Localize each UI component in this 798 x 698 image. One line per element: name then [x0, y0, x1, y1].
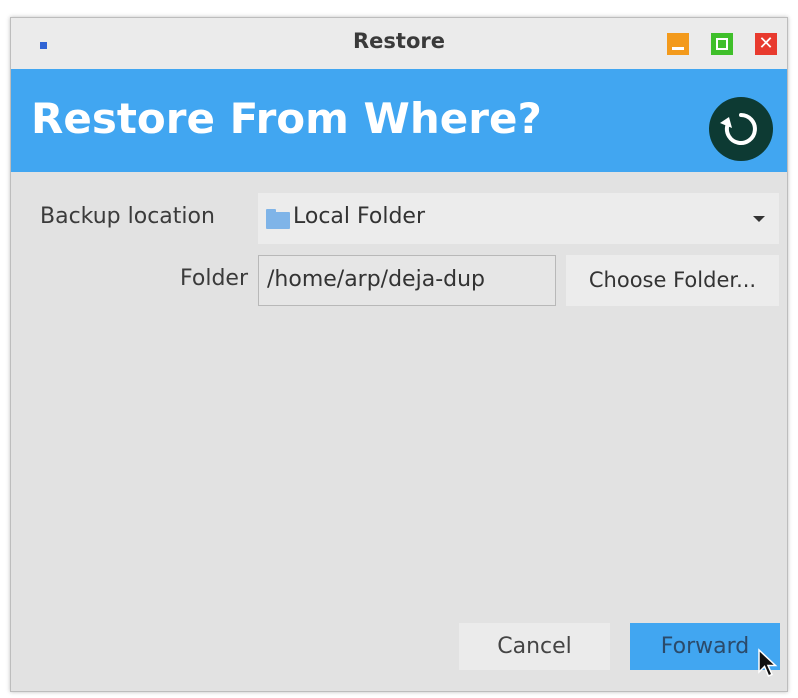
folder-path-value: /home/arp/deja-dup [267, 267, 486, 292]
folder-path-field[interactable]: /home/arp/deja-dup [258, 255, 556, 306]
backup-location-value: Local Folder [293, 204, 425, 229]
maximize-icon [716, 38, 728, 50]
cancel-button[interactable]: Cancel [459, 623, 610, 670]
backup-location-label: Backup location [40, 204, 215, 229]
minimize-icon [672, 47, 684, 50]
page-title: Restore From Where? [31, 94, 542, 143]
close-icon: ✕ [758, 33, 774, 54]
restore-window: Restore ✕ Restore From Where? Backup loc… [10, 17, 788, 692]
backup-location-select[interactable]: Local Folder [258, 193, 779, 244]
mouse-cursor-icon [758, 648, 778, 677]
title-bar[interactable]: Restore ✕ [11, 18, 787, 69]
restore-icon [709, 97, 773, 161]
folder-icon [266, 209, 290, 229]
close-button[interactable]: ✕ [755, 33, 777, 55]
chevron-down-icon [753, 216, 765, 222]
header-banner: Restore From Where? [11, 69, 787, 172]
minimize-button[interactable] [667, 33, 689, 55]
choose-folder-button[interactable]: Choose Folder... [566, 255, 779, 306]
maximize-button[interactable] [711, 33, 733, 55]
folder-label: Folder [180, 266, 248, 291]
